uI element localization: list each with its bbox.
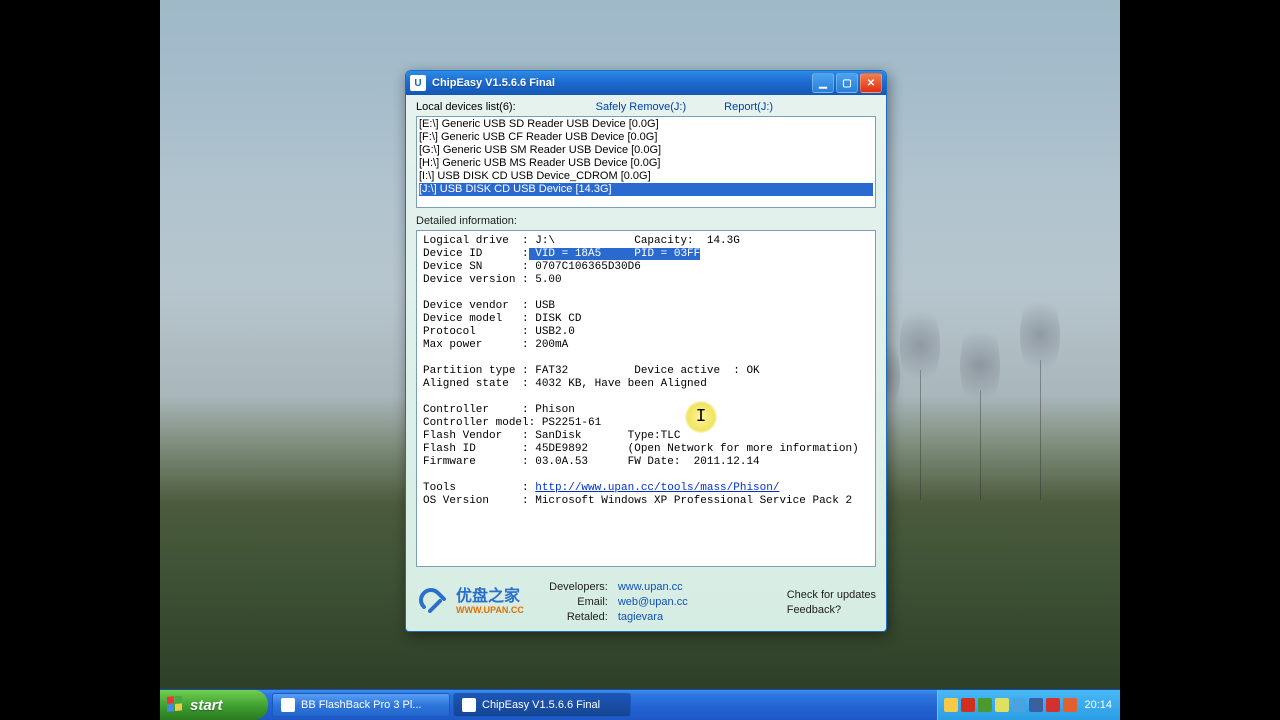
start-label: start: [190, 697, 223, 714]
tray-icon[interactable]: [1012, 698, 1026, 712]
windows-logo-icon: [166, 696, 184, 714]
window-title: ChipEasy V1.5.6.6 Final: [432, 77, 806, 89]
clip-icon: [416, 585, 450, 619]
report-link[interactable]: Report(J:): [724, 101, 773, 113]
tray-icon[interactable]: [1046, 698, 1060, 712]
taskbar-item-label: ChipEasy V1.5.6.6 Final: [482, 699, 600, 711]
taskbar: start BB FlashBack Pro 3 Pl... ChipEasy V…: [160, 690, 1120, 720]
safely-remove-link[interactable]: Safely Remove(J:): [596, 101, 686, 113]
start-button[interactable]: start: [160, 690, 268, 720]
device-listbox[interactable]: [E:\] Generic USB SD Reader USB Device […: [416, 116, 876, 208]
device-list-item[interactable]: [H:\] Generic USB MS Reader USB Device […: [419, 157, 873, 170]
window-footer: 优盘之家 WWW.UPAN.CC Developers: www.upan.cc…: [406, 575, 886, 631]
app-icon: U: [410, 75, 426, 91]
taskbar-item-icon: [281, 698, 295, 712]
taskbar-item[interactable]: BB FlashBack Pro 3 Pl...: [272, 693, 450, 717]
brand-logo: 优盘之家 WWW.UPAN.CC: [416, 585, 524, 619]
feedback-link[interactable]: Feedback?: [787, 604, 876, 616]
tray-icon[interactable]: [961, 698, 975, 712]
developers-label: Developers:: [540, 581, 608, 593]
tray-icon[interactable]: [995, 698, 1009, 712]
desktop-background: U ChipEasy V1.5.6.6 Final ▁ ▢ ✕ Local de…: [160, 0, 1120, 720]
local-devices-label: Local devices list(6):: [416, 101, 516, 113]
task-items: BB FlashBack Pro 3 Pl... ChipEasy V1.5.6.…: [268, 690, 635, 720]
tray-icon[interactable]: [978, 698, 992, 712]
maximize-button[interactable]: ▢: [836, 73, 858, 93]
tray-icon[interactable]: [1029, 698, 1043, 712]
retaled-label: Retaled:: [540, 611, 608, 623]
tools-link[interactable]: http://www.upan.cc/tools/mass/Phison/: [535, 482, 779, 494]
device-list-item[interactable]: [I:\] USB DISK CD USB Device_CDROM [0.0G…: [419, 170, 873, 183]
minimize-button[interactable]: ▁: [812, 73, 834, 93]
email-link[interactable]: web@upan.cc: [618, 596, 688, 608]
brand-text-cn: 优盘之家: [456, 589, 524, 605]
developers-link[interactable]: www.upan.cc: [618, 581, 688, 593]
brand-text-url: WWW.UPAN.CC: [456, 605, 524, 615]
device-list-item[interactable]: [F:\] Generic USB CF Reader USB Device […: [419, 131, 873, 144]
titlebar[interactable]: U ChipEasy V1.5.6.6 Final ▁ ▢ ✕: [406, 71, 886, 95]
tray-icon[interactable]: [944, 698, 958, 712]
email-label: Email:: [540, 596, 608, 608]
system-tray[interactable]: 20:14: [937, 690, 1120, 720]
taskbar-item[interactable]: ChipEasy V1.5.6.6 Final: [453, 693, 631, 717]
tray-icon[interactable]: [1063, 698, 1077, 712]
device-list-item[interactable]: [E:\] Generic USB SD Reader USB Device […: [419, 118, 873, 131]
taskbar-item-icon: [462, 698, 476, 712]
chipeasy-window: U ChipEasy V1.5.6.6 Final ▁ ▢ ✕ Local de…: [405, 70, 887, 632]
device-list-item[interactable]: [J:\] USB DISK CD USB Device [14.3G]: [419, 183, 873, 196]
detailed-info-label: Detailed information:: [416, 215, 876, 227]
device-list-item[interactable]: [G:\] Generic USB SM Reader USB Device […: [419, 144, 873, 157]
cursor-highlight-icon: I: [685, 401, 717, 433]
close-button[interactable]: ✕: [860, 73, 882, 93]
taskbar-item-label: BB FlashBack Pro 3 Pl...: [301, 699, 421, 711]
tray-clock: 20:14: [1084, 699, 1112, 711]
detail-panel[interactable]: Logical drive : J:\ Capacity: 14.3G Devi…: [416, 230, 876, 567]
retaled-value: tagievara: [618, 611, 688, 623]
check-updates-link[interactable]: Check for updates: [787, 589, 876, 601]
